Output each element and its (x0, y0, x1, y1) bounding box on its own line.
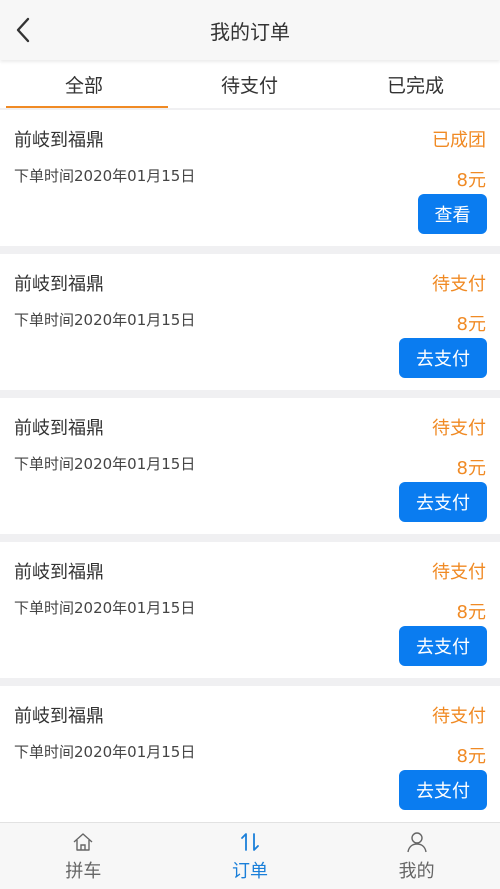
order-route: 前岐到福鼎 (14, 562, 104, 583)
order-status: 待支付 (432, 706, 486, 727)
order-status: 待支付 (432, 562, 486, 583)
order-card: 前岐到福鼎 待支付 下单时间2020年01月15日 8元 去支付 (0, 542, 500, 678)
tab-pending-payment[interactable]: 待支付 (168, 60, 331, 108)
pay-button[interactable]: 去支付 (399, 338, 487, 378)
pay-button[interactable]: 去支付 (399, 626, 487, 666)
order-tabs: 全部 待支付 已完成 (0, 60, 500, 108)
back-button[interactable] (10, 15, 36, 45)
tab-label: 待支付 (220, 74, 278, 97)
order-time: 下单时间2020年01月15日 (14, 311, 196, 329)
home-icon (73, 833, 93, 851)
order-status: 待支付 (432, 274, 486, 295)
tab-label: 已完成 (386, 74, 444, 97)
order-card: 前岐到福鼎 待支付 下单时间2020年01月15日 8元 去支付 (0, 686, 500, 822)
pay-button[interactable]: 去支付 (399, 770, 487, 810)
tab-completed[interactable]: 已完成 (331, 60, 500, 108)
order-time: 下单时间2020年01月15日 (14, 599, 196, 617)
tabbar-item-orders[interactable]: 订单 (167, 823, 334, 889)
tab-all[interactable]: 全部 (0, 60, 168, 108)
view-order-button[interactable]: 查看 (418, 194, 487, 234)
bottom-tab-bar: 拼车 订单 我的 (0, 822, 500, 889)
order-time: 下单时间2020年01月15日 (14, 743, 196, 761)
header: 我的订单 (0, 0, 500, 60)
order-price: 8元 (456, 170, 486, 191)
order-card: 前岐到福鼎 待支付 下单时间2020年01月15日 8元 去支付 (0, 254, 500, 390)
chevron-left-icon (16, 17, 30, 43)
order-price: 8元 (456, 602, 486, 623)
order-time: 下单时间2020年01月15日 (14, 455, 196, 473)
order-route: 前岐到福鼎 (14, 706, 104, 727)
order-status: 待支付 (432, 418, 486, 439)
order-route: 前岐到福鼎 (14, 130, 104, 151)
order-time: 下单时间2020年01月15日 (14, 167, 196, 185)
tab-label: 全部 (64, 74, 103, 97)
order-price: 8元 (456, 458, 486, 479)
order-route: 前岐到福鼎 (14, 274, 104, 295)
sort-arrows-icon (241, 833, 259, 851)
tabbar-item-carpool[interactable]: 拼车 (0, 823, 167, 889)
user-icon (406, 832, 427, 853)
order-price: 8元 (456, 314, 486, 335)
tabbar-label: 我的 (398, 861, 435, 882)
tabbar-item-mine[interactable]: 我的 (333, 823, 500, 889)
order-status: 已成团 (432, 130, 486, 151)
page-title: 我的订单 (210, 19, 290, 44)
order-card: 前岐到福鼎 已成团 下单时间2020年01月15日 8元 查看 (0, 110, 500, 246)
order-price: 8元 (456, 746, 486, 767)
pay-button[interactable]: 去支付 (399, 482, 487, 522)
tabbar-label: 拼车 (65, 861, 102, 882)
order-card: 前岐到福鼎 待支付 下单时间2020年01月15日 8元 去支付 (0, 398, 500, 534)
tabbar-label: 订单 (232, 861, 268, 882)
order-list: 前岐到福鼎 已成团 下单时间2020年01月15日 8元 查看 前岐到福鼎 待支… (0, 110, 500, 830)
order-route: 前岐到福鼎 (14, 418, 104, 439)
